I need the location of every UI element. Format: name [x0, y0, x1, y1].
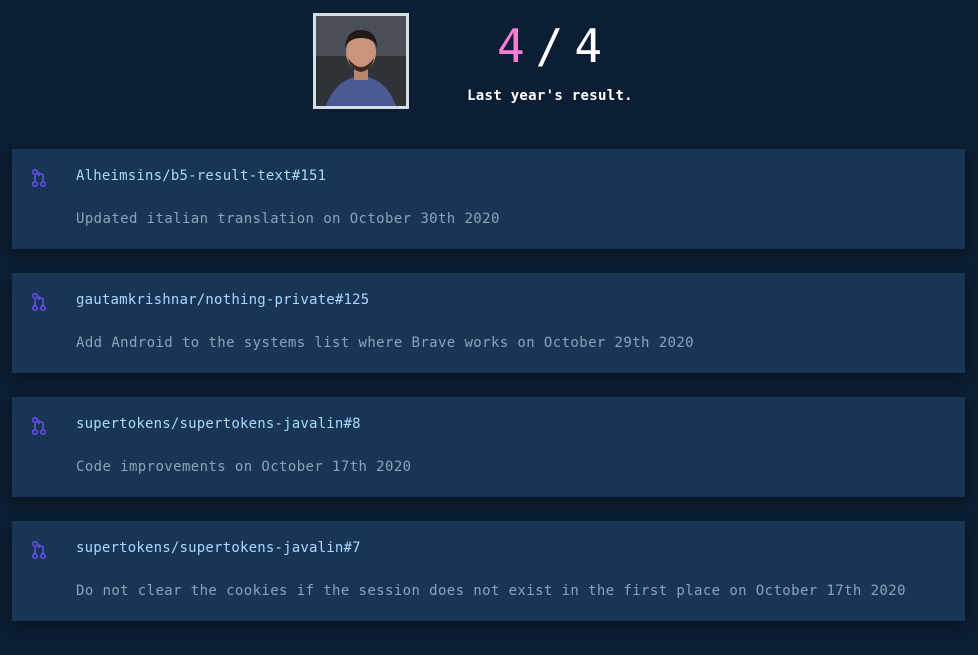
pull-request-card: Alheimsins/b5-result-text#151 Updated it… [12, 149, 965, 249]
avatar [313, 13, 409, 109]
pull-request-card: supertokens/supertokens-javalin#8 Code i… [12, 397, 965, 497]
pull-request-description: Updated italian translation on October 3… [76, 211, 500, 227]
pull-request-description: Do not clear the cookies if the session … [76, 583, 906, 599]
score-achieved: 4 [496, 19, 526, 73]
score-total: 4 [574, 19, 604, 73]
pull-request-link[interactable]: supertokens/supertokens-javalin#8 [76, 415, 945, 433]
git-pull-request-icon [31, 292, 47, 312]
pull-request-description: Code improvements on October 17th 2020 [76, 459, 412, 475]
score-separator: / [535, 19, 565, 73]
pull-request-card: supertokens/supertokens-javalin#7 Do not… [12, 521, 965, 621]
git-pull-request-icon [31, 168, 47, 188]
pull-request-description: Add Android to the systems list where Br… [76, 335, 695, 351]
git-pull-request-icon [31, 416, 47, 436]
pull-request-link[interactable]: supertokens/supertokens-javalin#7 [76, 539, 945, 557]
score-display: 4/4 [440, 18, 660, 74]
pull-request-link[interactable]: gautamkrishnar/nothing-private#125 [76, 291, 945, 309]
score-caption: Last year's result. [467, 88, 633, 104]
pull-request-link[interactable]: Alheimsins/b5-result-text#151 [76, 167, 945, 185]
pull-request-card: gautamkrishnar/nothing-private#125 Add A… [12, 273, 965, 373]
pull-request-list: Alheimsins/b5-result-text#151 Updated it… [12, 149, 965, 621]
avatar-photo [316, 16, 406, 106]
git-pull-request-icon [31, 540, 47, 560]
result-header: 4/4 Last year's result. [0, 0, 978, 130]
